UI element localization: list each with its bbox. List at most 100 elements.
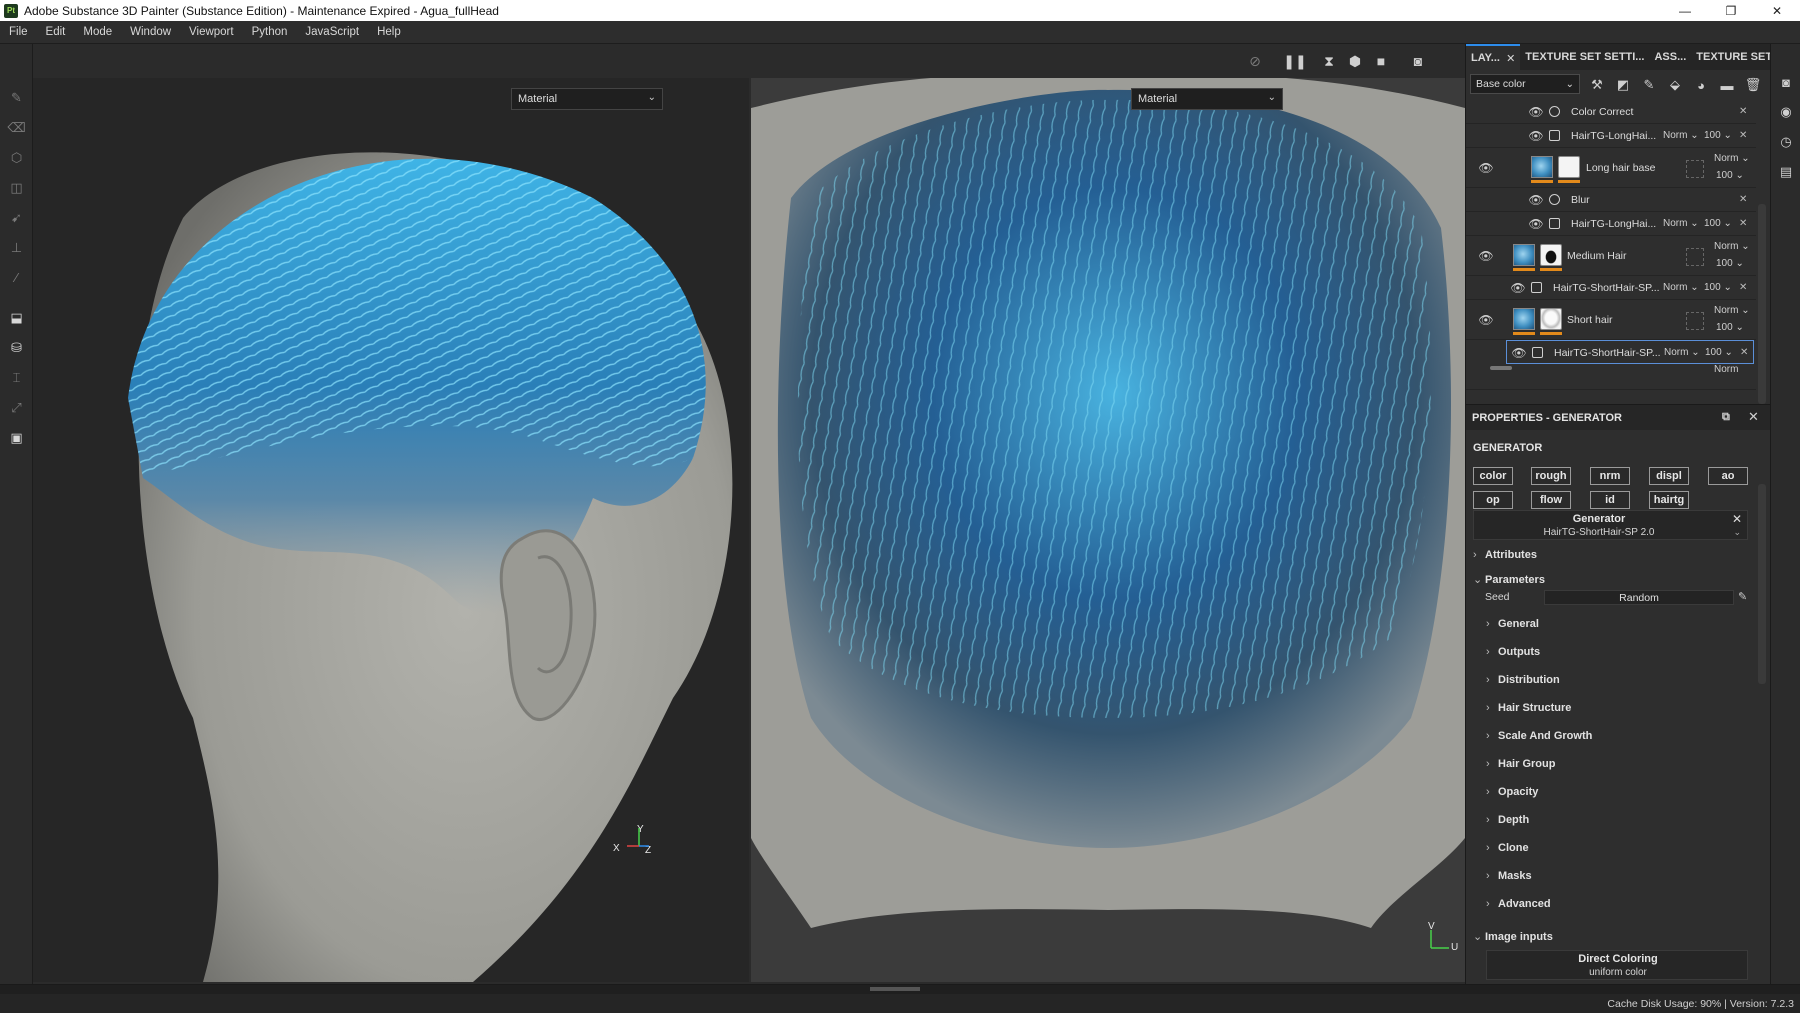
camera-icon[interactable]: ■ xyxy=(1371,52,1391,70)
blend-mode-select[interactable]: Norm ⌄ xyxy=(1664,347,1700,358)
blend-mode-select[interactable]: Norm ⌄ xyxy=(1663,218,1699,229)
layer-mask-thumbnail[interactable] xyxy=(1540,244,1562,266)
layer-row-selected[interactable]: 👁 HairTG-ShortHair-SP... Norm ⌄ 100 ⌄ ✕ xyxy=(1506,340,1754,364)
hair-group-group[interactable]: › Hair Group xyxy=(1486,758,1555,770)
transform-icon[interactable]: ⤢ xyxy=(8,399,25,416)
scrollbar-thumb[interactable] xyxy=(870,987,920,991)
seed-field[interactable]: Random xyxy=(1544,590,1734,605)
parameters-section[interactable]: ⌄ Parameters xyxy=(1473,573,1545,586)
menu-window[interactable]: Window xyxy=(121,26,180,38)
viewport-2d-mode-select[interactable]: Material ⌄ xyxy=(1131,88,1283,110)
add-paint-layer-icon[interactable]: ✎ xyxy=(1640,76,1658,94)
projection-icon[interactable]: ⬡ xyxy=(8,149,25,166)
remove-icon[interactable]: ✕ xyxy=(1739,130,1747,141)
eye-icon[interactable]: 👁 xyxy=(1478,250,1494,262)
tab-close-icon[interactable]: ✕ xyxy=(1506,52,1515,65)
layer-row[interactable]: 👁 Color Correct ✕ xyxy=(1466,100,1756,124)
scale-and-growth-group[interactable]: › Scale And Growth xyxy=(1486,730,1592,742)
opacity-field[interactable]: 100 ⌄ xyxy=(1716,322,1744,333)
history-icon[interactable]: ◷ xyxy=(1778,134,1794,150)
blend-mode-select[interactable]: Norm xyxy=(1714,364,1738,375)
layer-row[interactable]: 👁 HairTG-LongHai... Norm ⌄ 100 ⌄ ✕ xyxy=(1466,212,1756,236)
blend-mode-select[interactable]: Norm ⌄ xyxy=(1714,241,1750,252)
layer-row[interactable]: 👁 Medium Hair Norm ⌄ 100 ⌄ xyxy=(1466,236,1756,276)
channel-nrm-button[interactable]: nrm xyxy=(1590,467,1630,485)
menu-edit[interactable]: Edit xyxy=(37,26,75,38)
channel-id-button[interactable]: id xyxy=(1590,491,1630,509)
bake-icon[interactable]: ⬓ xyxy=(8,309,25,326)
eye-icon[interactable]: 👁 xyxy=(1478,162,1494,174)
properties-scrollbar[interactable] xyxy=(1758,484,1766,684)
paint-brush-icon[interactable]: ✎ xyxy=(8,89,25,106)
remove-icon[interactable]: ✕ xyxy=(1740,347,1748,358)
eye-icon[interactable]: 👁 xyxy=(1528,218,1544,230)
remove-icon[interactable]: ✕ xyxy=(1739,218,1747,229)
display-settings-icon[interactable]: ◙ xyxy=(1778,74,1794,90)
view-mode-icon[interactable]: ⬢ xyxy=(1345,52,1365,70)
symmetry-icon[interactable]: ⧗ xyxy=(1319,52,1339,70)
opacity-field[interactable]: 100 ⌄ xyxy=(1704,130,1732,141)
hair-structure-group[interactable]: › Hair Structure xyxy=(1486,702,1571,714)
channel-rough-button[interactable]: rough xyxy=(1531,467,1571,485)
layer-row[interactable]: 👁 HairTG-ShortHair-SP... Norm ⌄ 100 ⌄ ✕ xyxy=(1466,276,1756,300)
opacity-field[interactable]: 100 ⌄ xyxy=(1705,347,1733,358)
remove-icon[interactable]: ✕ xyxy=(1739,194,1747,205)
image-inputs-section[interactable]: ⌄ Image inputs xyxy=(1473,930,1553,943)
ruler-icon[interactable]: ⌶ xyxy=(8,369,25,386)
remove-icon[interactable]: ✕ xyxy=(1739,282,1747,293)
opacity-group[interactable]: › Opacity xyxy=(1486,786,1538,798)
tab-layers[interactable]: LAY... ✕ xyxy=(1466,44,1521,70)
layer-row[interactable]: 👁 HairTG-LongHai... Norm ⌄ 100 ⌄ ✕ xyxy=(1466,124,1756,148)
channel-ao-button[interactable]: ao xyxy=(1708,467,1748,485)
layer-row-partial[interactable]: Norm xyxy=(1466,364,1756,390)
layer-mask-thumbnail[interactable] xyxy=(1540,308,1562,330)
pause-icon[interactable]: ❚❚ xyxy=(1283,52,1306,70)
blend-mode-select[interactable]: Norm ⌄ xyxy=(1663,130,1699,141)
menu-mode[interactable]: Mode xyxy=(74,26,121,38)
maximize-button[interactable]: ❐ xyxy=(1708,0,1754,21)
layer-row[interactable]: 👁 Short hair Norm ⌄ 100 ⌄ xyxy=(1466,300,1756,340)
outputs-group[interactable]: › Outputs xyxy=(1486,646,1540,658)
menu-python[interactable]: Python xyxy=(243,26,297,38)
eye-icon[interactable]: 👁 xyxy=(1528,194,1544,206)
eye-icon[interactable]: 👁 xyxy=(1478,314,1494,326)
hide-ui-icon[interactable]: ⊘ xyxy=(1245,52,1265,70)
maximize-panel-icon[interactable]: ⧉ xyxy=(1722,411,1730,424)
color-picker-icon[interactable]: ⁄ xyxy=(8,269,25,286)
tab-assets[interactable]: ASS... xyxy=(1649,44,1691,70)
blend-mode-select[interactable]: Norm ⌄ xyxy=(1714,305,1750,316)
menu-help[interactable]: Help xyxy=(368,26,410,38)
pencil-icon[interactable]: ✎ xyxy=(1738,590,1747,603)
general-group[interactable]: › General xyxy=(1486,618,1539,630)
masks-group[interactable]: › Masks xyxy=(1486,870,1532,882)
menu-file[interactable]: File xyxy=(0,26,37,38)
blend-mode-select[interactable]: Norm ⌄ xyxy=(1714,153,1750,164)
depth-group[interactable]: › Depth xyxy=(1486,814,1529,826)
shader-settings-icon[interactable]: ◉ xyxy=(1778,104,1794,120)
menu-viewport[interactable]: Viewport xyxy=(180,26,243,38)
add-folder-icon[interactable]: ▬ xyxy=(1718,76,1736,94)
attributes-section[interactable]: › Attributes xyxy=(1473,549,1537,561)
layer-mask-thumbnail[interactable] xyxy=(1558,156,1580,178)
menu-javascript[interactable]: JavaScript xyxy=(296,26,368,38)
material-picker-icon[interactable]: ⛁ xyxy=(8,339,25,356)
add-effect-icon[interactable]: ⚒ xyxy=(1588,76,1606,94)
screenshot-icon[interactable]: ▣ xyxy=(8,429,25,446)
minimize-button[interactable]: — xyxy=(1662,0,1708,21)
channel-op-button[interactable]: op xyxy=(1473,491,1513,509)
clone-group[interactable]: › Clone xyxy=(1486,842,1529,854)
add-fill-layer-icon[interactable]: ⬙ xyxy=(1666,76,1684,94)
clone-stamp-icon[interactable]: ⊥ xyxy=(8,239,25,256)
advanced-group[interactable]: › Advanced xyxy=(1486,898,1551,910)
log-icon[interactable]: ▤ xyxy=(1778,164,1794,180)
viewport-2d[interactable]: Material ⌄ V U xyxy=(751,78,1465,982)
delete-layer-icon[interactable]: 🗑 xyxy=(1744,76,1762,94)
layer-row[interactable]: 👁 Blur ✕ xyxy=(1466,188,1756,212)
eye-icon[interactable]: 👁 xyxy=(1511,347,1527,359)
opacity-field[interactable]: 100 ⌄ xyxy=(1704,218,1732,229)
layer-row[interactable]: 👁 Long hair base Norm ⌄ 100 ⌄ xyxy=(1466,148,1756,188)
channel-hairtg-button[interactable]: hairtg xyxy=(1649,491,1689,509)
add-smart-material-icon[interactable]: ◕ xyxy=(1692,76,1710,94)
generator-selector[interactable]: Generator HairTG-ShortHair-SP 2.0 ✕ ⌄ xyxy=(1473,510,1748,540)
viewport-3d-mode-select[interactable]: Material ⌄ xyxy=(511,88,663,110)
